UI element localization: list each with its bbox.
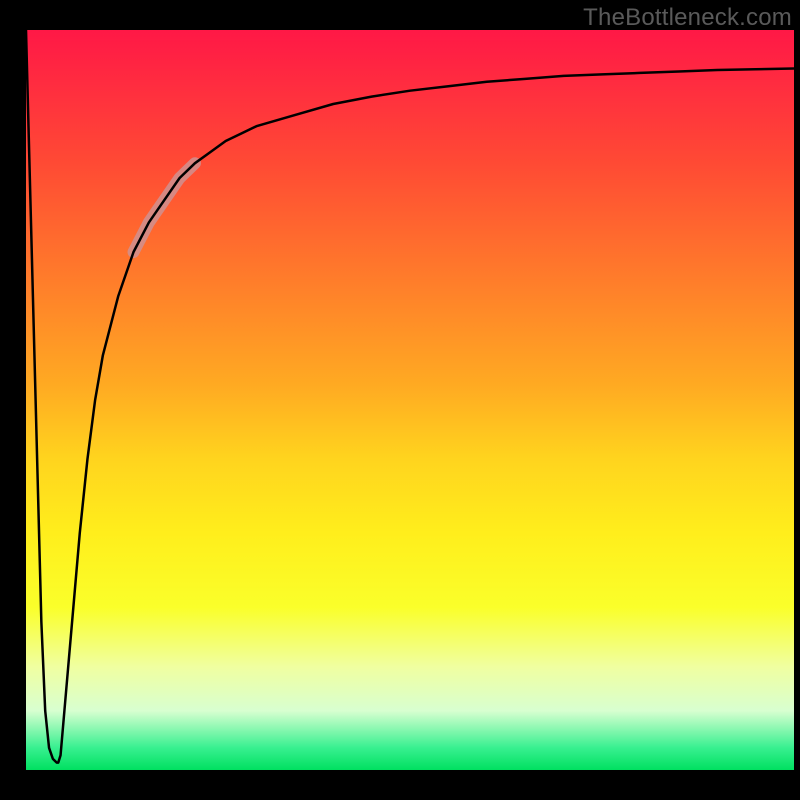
chart-container: TheBottleneck.com <box>0 0 800 800</box>
plot-area <box>26 30 794 770</box>
watermark-text: TheBottleneck.com <box>583 4 792 32</box>
